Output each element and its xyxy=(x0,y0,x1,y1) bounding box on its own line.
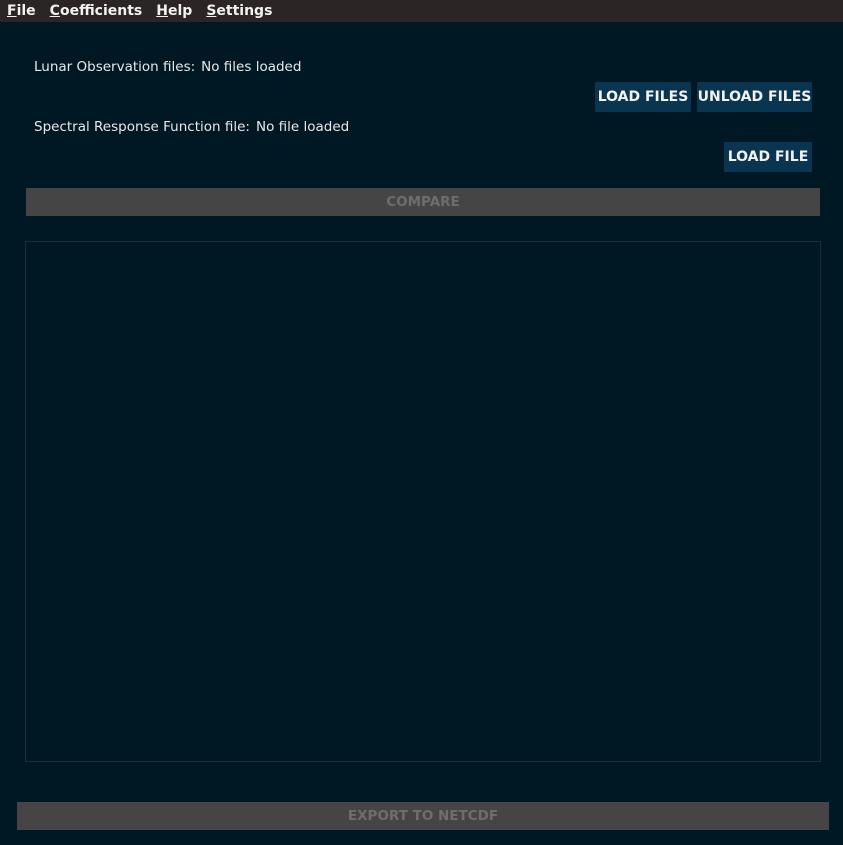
observation-files-label: Lunar Observation files: xyxy=(34,59,196,75)
menu-coefficients[interactable]: Coefficients xyxy=(50,3,143,19)
srf-file-label: Spectral Response Function file: xyxy=(34,119,250,135)
results-panel xyxy=(25,241,821,762)
menu-file[interactable]: File xyxy=(7,3,36,19)
observation-files-status: No files loaded xyxy=(201,59,302,75)
observation-files-row: Lunar Observation files: No files loaded xyxy=(34,59,301,75)
srf-file-status: No file loaded xyxy=(255,119,350,135)
menu-help[interactable]: Help xyxy=(156,3,192,19)
export-netcdf-button[interactable]: EXPORT TO NETCDF xyxy=(17,802,829,830)
menu-settings[interactable]: Settings xyxy=(206,3,272,19)
load-file-button[interactable]: LOAD FILE xyxy=(724,142,812,172)
menu-bar: File Coefficients Help Settings xyxy=(0,0,843,22)
srf-file-row: Spectral Response Function file: No file … xyxy=(34,119,349,135)
compare-button[interactable]: COMPARE xyxy=(26,188,820,216)
unload-files-button[interactable]: UNLOAD FILES xyxy=(697,82,812,112)
load-files-button[interactable]: LOAD FILES xyxy=(595,82,691,112)
